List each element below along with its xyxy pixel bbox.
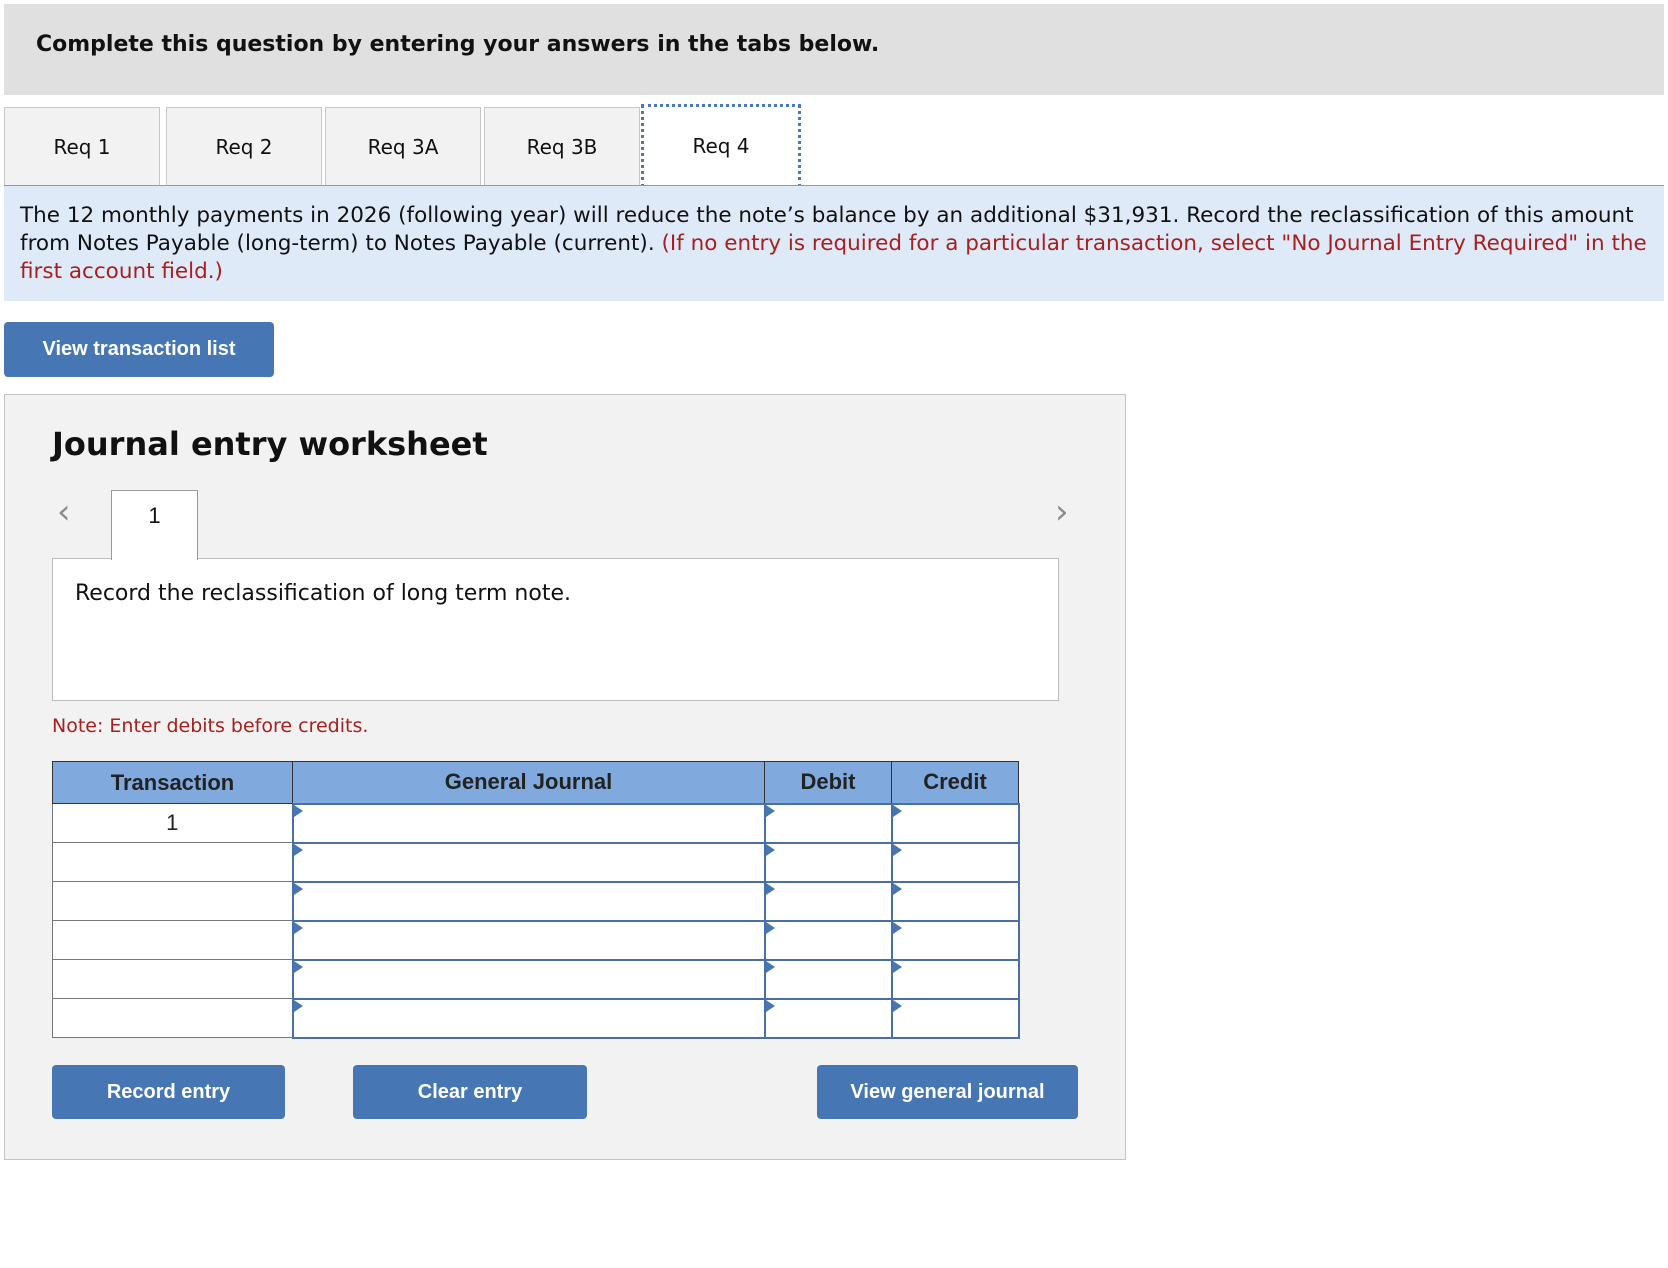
header-transaction: Transaction xyxy=(52,761,293,804)
transaction-cell xyxy=(52,881,293,921)
header-debit: Debit xyxy=(764,761,892,804)
table-row xyxy=(52,841,1020,883)
view-general-journal-button[interactable]: View general journal xyxy=(817,1065,1078,1119)
record-entry-button[interactable]: Record entry xyxy=(52,1065,285,1119)
transaction-cell xyxy=(52,959,293,999)
account-select[interactable] xyxy=(291,997,766,1039)
view-transaction-list-button[interactable]: View transaction list xyxy=(4,322,274,377)
tab-req-3a[interactable]: Req 3A xyxy=(325,107,481,186)
debit-input[interactable] xyxy=(763,958,893,1000)
journal-entry-worksheet: Journal entry worksheet ‹ › 1 Record the… xyxy=(4,394,1126,1160)
tab-req-2[interactable]: Req 2 xyxy=(166,107,322,186)
debit-input[interactable] xyxy=(763,880,893,922)
account-select[interactable] xyxy=(291,880,766,922)
entry-tab-1[interactable]: 1 xyxy=(111,490,198,560)
account-select[interactable] xyxy=(291,802,766,844)
clear-entry-button[interactable]: Clear entry xyxy=(353,1065,587,1119)
tab-req-3b[interactable]: Req 3B xyxy=(484,107,640,186)
worksheet-title: Journal entry worksheet xyxy=(52,425,488,463)
debit-input[interactable] xyxy=(763,802,893,844)
header-credit: Credit xyxy=(891,761,1019,804)
tab-req-4[interactable]: Req 4 xyxy=(641,104,801,188)
credit-input[interactable] xyxy=(890,841,1020,883)
table-row xyxy=(52,997,1020,1039)
tab-req-1[interactable]: Req 1 xyxy=(4,107,160,186)
credit-input[interactable] xyxy=(890,880,1020,922)
credit-input[interactable] xyxy=(890,958,1020,1000)
account-select[interactable] xyxy=(291,919,766,961)
debits-credits-note: Note: Enter debits before credits. xyxy=(52,715,369,737)
transaction-cell xyxy=(52,842,293,882)
credit-input[interactable] xyxy=(890,997,1020,1039)
question-header: Complete this question by entering your … xyxy=(4,4,1664,95)
account-select[interactable] xyxy=(291,958,766,1000)
question-header-title: Complete this question by entering your … xyxy=(36,32,880,57)
instructions-panel: The 12 monthly payments in 2026 (followi… xyxy=(4,186,1664,301)
journal-table: Transaction General Journal Debit Credit… xyxy=(52,761,1020,1039)
debit-input[interactable] xyxy=(763,997,893,1039)
journal-header-row: Transaction General Journal Debit Credit xyxy=(52,761,1019,804)
transaction-cell xyxy=(52,920,293,960)
debit-input[interactable] xyxy=(763,919,893,961)
transaction-cell: 1 xyxy=(52,803,293,843)
transaction-cell xyxy=(52,998,293,1038)
account-select[interactable] xyxy=(291,841,766,883)
header-general-journal: General Journal xyxy=(292,761,765,804)
credit-input[interactable] xyxy=(890,919,1020,961)
table-row xyxy=(52,880,1020,922)
table-row xyxy=(52,919,1020,961)
credit-input[interactable] xyxy=(890,802,1020,844)
debit-input[interactable] xyxy=(763,841,893,883)
entry-description: Record the reclassification of long term… xyxy=(52,558,1059,701)
table-row: 1 xyxy=(52,802,1020,844)
table-row xyxy=(52,958,1020,1000)
requirement-tabs: Req 1 Req 2 Req 3A Req 3B Req 4 xyxy=(4,104,1664,188)
chevron-left-icon[interactable]: ‹ xyxy=(57,495,71,529)
chevron-right-icon[interactable]: › xyxy=(1055,495,1069,529)
